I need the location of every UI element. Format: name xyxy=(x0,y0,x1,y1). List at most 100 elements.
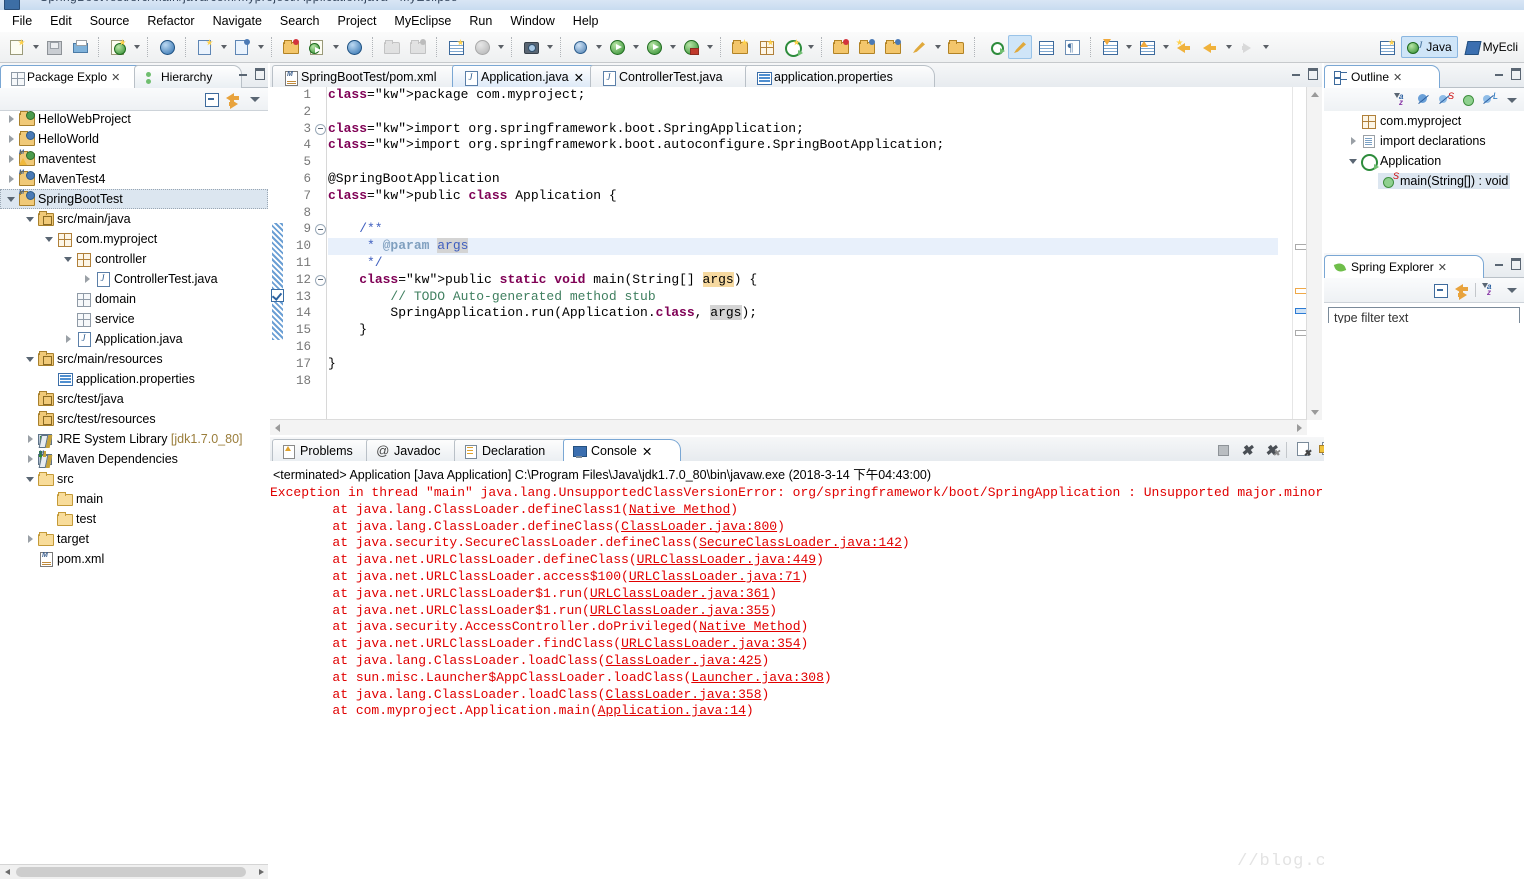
menu-item-project[interactable]: Project xyxy=(329,12,386,30)
annotation-gutter[interactable] xyxy=(270,87,286,420)
stack-link[interactable]: URLClassLoader.java:355 xyxy=(590,603,769,618)
stack-link[interactable]: URLClassLoader.java:361 xyxy=(590,586,769,601)
sort-az-icon[interactable]: az xyxy=(1481,281,1499,299)
back-dropdown[interactable] xyxy=(1223,36,1234,58)
tab-application-java[interactable]: Application.java ✕ xyxy=(452,65,607,88)
stack-link[interactable]: Launcher.java:308 xyxy=(691,670,824,685)
package-explorer-tree[interactable]: HelloWebProject HelloWorld Mmaventest M Mave… xyxy=(0,109,268,865)
terminate-button[interactable] xyxy=(1212,439,1234,461)
tree-item[interactable]: JRE System Library [jdk1.7.0_80] xyxy=(0,429,268,449)
tree-item[interactable]: controller xyxy=(0,249,268,269)
tab-declaration[interactable]: Declaration xyxy=(454,439,579,462)
minimize-icon[interactable] xyxy=(1493,256,1506,269)
forward-button[interactable] xyxy=(1235,35,1259,59)
new-class-dropdown[interactable] xyxy=(805,36,816,58)
stack-link[interactable]: Native Method xyxy=(629,502,730,517)
open-browser-button[interactable] xyxy=(342,35,366,59)
scroll-right-icon[interactable] xyxy=(1292,420,1307,435)
scroll-left-icon[interactable] xyxy=(270,420,285,435)
deploy-dropdown[interactable] xyxy=(218,36,229,58)
tree-twisty-closed-icon[interactable] xyxy=(23,429,37,449)
db-connect-button[interactable] xyxy=(380,35,404,59)
code-line[interactable] xyxy=(328,154,1278,171)
tree-item[interactable]: application.properties xyxy=(0,369,268,389)
tree-item[interactable]: HelloWebProject xyxy=(0,109,268,129)
tree-twisty-closed-icon[interactable] xyxy=(23,529,37,549)
new-java-project-button[interactable] xyxy=(728,35,752,59)
last-edit-location-button[interactable] xyxy=(1172,35,1196,59)
next-annotation-button[interactable] xyxy=(1098,35,1122,59)
maximize-icon[interactable] xyxy=(1509,256,1522,270)
stack-link[interactable]: ClassLoader.java:800 xyxy=(621,519,777,534)
tree-item[interactable]: domain xyxy=(0,289,268,309)
link-editor-icon[interactable] xyxy=(224,90,242,109)
menu-item-run[interactable]: Run xyxy=(460,12,501,30)
spring-explorer-tree[interactable] xyxy=(1324,323,1524,879)
tree-twisty-open-icon[interactable] xyxy=(23,349,37,369)
tree-item[interactable]: ControllerTest.java xyxy=(0,269,268,289)
outline-item[interactable]: Application xyxy=(1324,151,1524,171)
tree-twisty-closed-icon[interactable] xyxy=(61,329,75,349)
deploy-manage-button[interactable] xyxy=(230,35,254,59)
save-button[interactable] xyxy=(42,35,66,59)
code-line[interactable] xyxy=(328,104,1278,121)
close-icon[interactable]: ✕ xyxy=(642,444,652,459)
stack-link[interactable]: Application.java:14 xyxy=(598,703,746,718)
run-button[interactable] xyxy=(605,35,629,59)
scroll-left-icon[interactable] xyxy=(0,865,14,879)
tree-item[interactable]: test xyxy=(0,509,268,529)
code-line[interactable]: } xyxy=(328,322,1278,339)
code-line[interactable]: class="kw">public class Application { xyxy=(328,188,1278,205)
tab-pom-xml[interactable]: SpringBootTest/pom.xml xyxy=(272,65,470,88)
previous-annotation-dropdown[interactable] xyxy=(1160,36,1171,58)
tree-twisty-closed-icon[interactable] xyxy=(80,269,94,289)
maximize-icon[interactable] xyxy=(253,66,266,80)
new-class-button[interactable] xyxy=(780,35,804,59)
code-line[interactable]: // TODO Auto-generated method stub xyxy=(328,289,1278,306)
remove-all-terminated-button[interactable]: ✖ ✖ xyxy=(1260,439,1282,461)
tree-item[interactable]: target xyxy=(0,529,268,549)
source-code[interactable]: class="kw">package com.myproject; class=… xyxy=(328,87,1278,420)
code-line[interactable]: class="kw">package com.myproject; xyxy=(328,87,1278,104)
report-designer-button[interactable] xyxy=(444,35,468,59)
outline-item[interactable]: com.myproject xyxy=(1324,111,1524,131)
minimize-icon[interactable] xyxy=(1290,66,1303,79)
edit-resource-dropdown[interactable] xyxy=(932,36,943,58)
stack-link[interactable]: ClassLoader.java:358 xyxy=(605,687,761,702)
new-package-button[interactable] xyxy=(754,35,778,59)
menu-item-source[interactable]: Source xyxy=(81,12,139,30)
menu-item-file[interactable]: File xyxy=(3,12,41,30)
view-menu-icon[interactable] xyxy=(1503,91,1521,109)
tab-spring-explorer[interactable]: Spring Explorer ✕ xyxy=(1324,255,1484,278)
code-line[interactable]: * @param args xyxy=(328,238,1278,255)
next-annotation-dropdown[interactable] xyxy=(1123,36,1134,58)
stack-link[interactable]: SecureClassLoader.java:142 xyxy=(699,535,902,550)
code-line[interactable] xyxy=(328,205,1278,222)
block-selection-button[interactable] xyxy=(1034,35,1058,59)
edit-resource-button[interactable] xyxy=(907,35,931,59)
menu-item-help[interactable]: Help xyxy=(564,12,608,30)
forward-dropdown[interactable] xyxy=(1260,36,1271,58)
scroll-thumb[interactable] xyxy=(16,867,246,877)
fold-toggle-icon[interactable] xyxy=(314,121,326,138)
menu-item-navigate[interactable]: Navigate xyxy=(204,12,271,30)
editor-hscrollbar[interactable] xyxy=(270,419,1307,435)
open-type-button[interactable] xyxy=(829,35,853,59)
mark-occurrences-button[interactable] xyxy=(982,35,1006,59)
menu-item-edit[interactable]: Edit xyxy=(41,12,81,30)
tab-controllertest-java[interactable]: ControllerTest.java xyxy=(590,65,762,88)
external-tools-button[interactable] xyxy=(679,35,703,59)
outline-tree[interactable]: com.myproject import declarations Applicat… xyxy=(1324,111,1524,253)
code-editor[interactable]: 1 2 3 4 5 6 7 8 9 10 11 12 13 14 15 16 17 18 class="kw">p… xyxy=(270,87,1322,435)
debug-button[interactable] xyxy=(568,35,592,59)
outline-item[interactable]: Smain(String[]) : void xyxy=(1324,171,1524,191)
stack-link[interactable]: ClassLoader.java:425 xyxy=(605,653,761,668)
stack-link[interactable]: URLClassLoader.java:71 xyxy=(629,569,801,584)
stack-link[interactable]: Native Method xyxy=(699,619,800,634)
maximize-icon[interactable] xyxy=(1306,66,1319,80)
tree-item[interactable]: M SpringBootTest xyxy=(0,189,268,209)
code-line[interactable]: class="kw">import org.springframework.bo… xyxy=(328,121,1278,138)
close-icon[interactable]: ✕ xyxy=(574,70,584,85)
tree-item[interactable]: src/main/java xyxy=(0,209,268,229)
code-line[interactable]: } xyxy=(328,356,1278,373)
